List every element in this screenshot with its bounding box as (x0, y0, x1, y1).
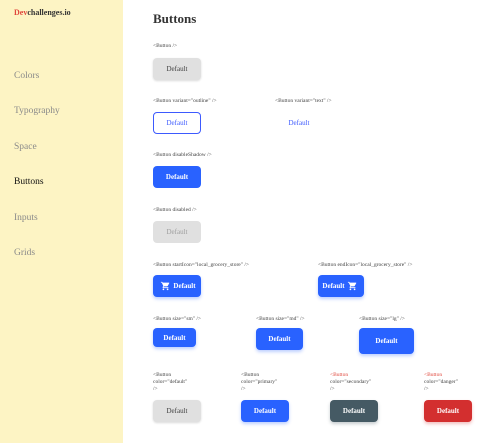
page-title: Buttons (153, 11, 197, 26)
code-size-md: <Button size="md" /> (256, 316, 305, 322)
code-disabled: <Button disabled /> (153, 207, 197, 213)
sidebar: Devchallenges.io Colors Typography Space… (0, 0, 123, 443)
code-color-primary: <Button color="primary" /> (241, 372, 278, 392)
default-button[interactable]: Default (153, 58, 201, 80)
outline-button[interactable]: Default (153, 112, 201, 134)
end-icon-button-label: Default (322, 282, 345, 290)
code-outline: <Button variant="outline" /> (153, 98, 217, 104)
small-button[interactable]: Default (153, 328, 196, 347)
local-grocery-store-icon (347, 281, 358, 291)
danger-color-button[interactable]: Default (424, 400, 472, 422)
code-size-sm: <Button size="sm" /> (153, 316, 202, 322)
text-button[interactable]: Default (275, 112, 323, 134)
sidebar-item-buttons[interactable]: Buttons (14, 177, 44, 187)
large-button[interactable]: Default (359, 328, 414, 354)
code-end-icon: <Button endIcon="local_grocery_store" /> (318, 262, 413, 268)
sidebar-item-grids[interactable]: Grids (14, 248, 35, 258)
sidebar-item-colors[interactable]: Colors (14, 71, 39, 81)
code-color-secondary: <Button color="secondary" /> (330, 372, 372, 392)
medium-button[interactable]: Default (256, 328, 303, 350)
main-content: Buttons <Button /> Default <Button varia… (123, 0, 480, 443)
no-shadow-button[interactable]: Default (153, 166, 201, 188)
code-text: <Button variant="text" /> (275, 98, 332, 104)
code-color-default: <Button color="default" /> (153, 372, 188, 392)
sidebar-item-typography[interactable]: Typography (14, 106, 60, 116)
code-start-icon: <Button startIcon="local_grocery_store" … (153, 262, 249, 268)
start-icon-button[interactable]: Default (153, 275, 201, 297)
brand-logo[interactable]: Devchallenges.io (14, 8, 71, 17)
local-grocery-store-icon (160, 281, 171, 291)
sidebar-item-space[interactable]: Space (14, 142, 37, 152)
code-basic: <Button /> (153, 43, 178, 49)
brand-rest: challenges.io (27, 8, 71, 17)
code-size-lg: <Button size="lg" /> (359, 316, 405, 322)
brand-accent: Dev (14, 8, 28, 17)
primary-color-button[interactable]: Default (241, 400, 289, 422)
disabled-button: Default (153, 221, 201, 243)
default-color-button[interactable]: Default (153, 400, 201, 422)
secondary-color-button[interactable]: Default (330, 400, 378, 422)
start-icon-button-label: Default (173, 282, 196, 290)
sidebar-item-inputs[interactable]: Inputs (14, 213, 38, 223)
code-color-danger: <Button color="danger" /> (424, 372, 458, 392)
code-disable-shadow: <Button disableShadow /> (153, 152, 212, 158)
end-icon-button[interactable]: Default (318, 275, 364, 297)
